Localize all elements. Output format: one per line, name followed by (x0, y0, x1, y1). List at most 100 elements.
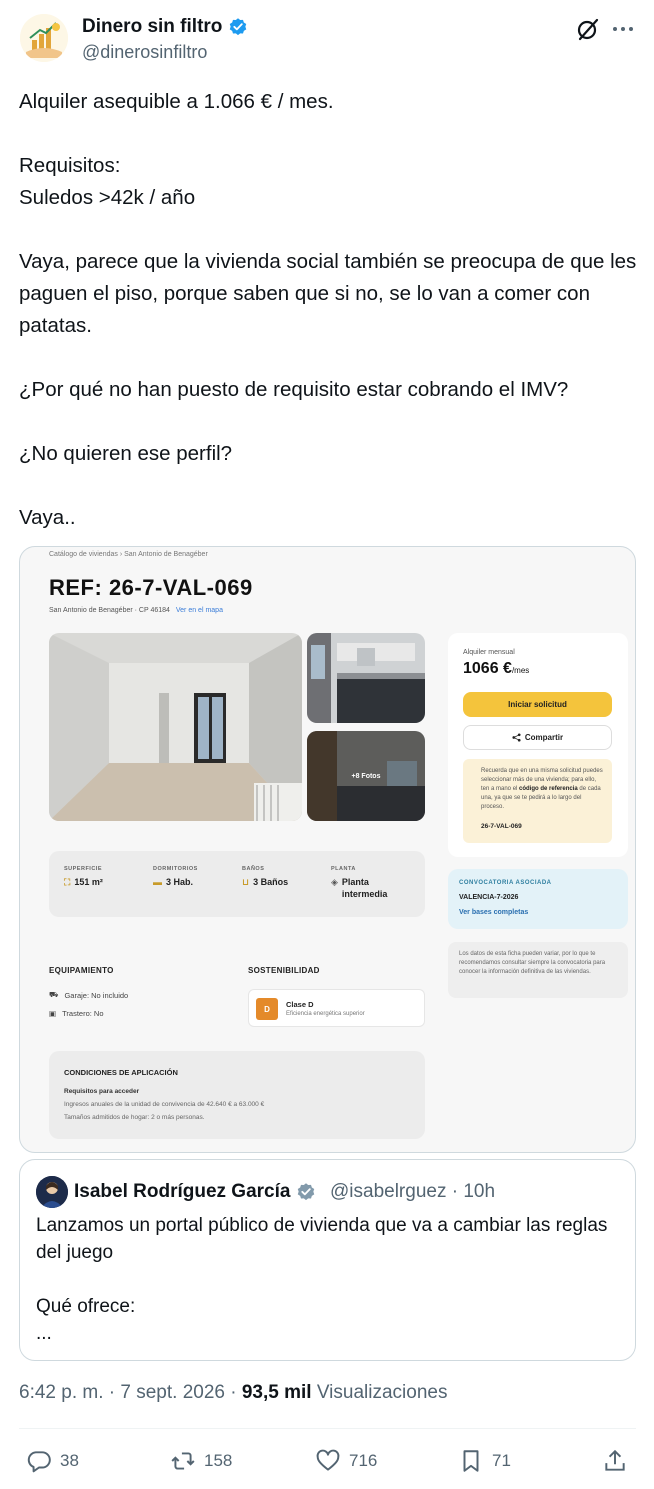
author-name[interactable]: Dinero sin filtro (82, 16, 248, 38)
main-photo (49, 633, 302, 821)
tweet-line: Requisitos: (19, 154, 121, 177)
stat-head: BAÑOS (242, 866, 265, 872)
government-badge-icon (298, 1183, 315, 1201)
quoted-line: ... (36, 1323, 52, 1344)
quoted-author-name-text: Isabel Rodríguez García (74, 1181, 291, 1202)
share-listing-button: Compartir (463, 725, 612, 750)
convocatoria-code: VALENCIA-7-2026 (459, 894, 519, 901)
tweet-timestamp[interactable]: 6:42 p. m. · 7 sept. 2026 · (19, 1382, 242, 1403)
stat-value: ◈ Planta intermedia (331, 876, 411, 900)
layers-icon: ◈ (331, 877, 338, 887)
quoted-line: Lanzamos un portal público de vivienda q… (36, 1215, 608, 1263)
garage-icon: ⛟ (49, 990, 59, 999)
tweet-text: Alquiler asequible a 1.066 € / mes. Requ… (19, 86, 639, 534)
tweet-line: Vaya.. (19, 506, 76, 529)
apply-button: Iniciar solicitud (463, 692, 612, 717)
notice-ref-code: 26-7-VAL-069 (481, 823, 522, 830)
author-avatar[interactable] (20, 14, 68, 62)
tweet-meta: 6:42 p. m. · 7 sept. 2026 · 93,5 mil Vis… (19, 1382, 447, 1404)
conditions-title: CONDICIONES DE APLICACIÓN (64, 1068, 178, 1077)
conditions-subtitle: Requisitos para acceder (64, 1088, 140, 1095)
energy-class: Clase D (286, 1000, 314, 1009)
share-button[interactable] (602, 1448, 628, 1474)
grok-icon[interactable] (575, 16, 601, 42)
rent-unit: /mes (511, 666, 530, 675)
stat-value: ▬ 3 Hab. (153, 876, 198, 888)
stat-value-text: 3 Baños (253, 877, 289, 887)
rent-price: 1066 €/mes (463, 660, 529, 678)
equipment-title: EQUIPAMIENTO (49, 966, 114, 975)
stat-head: DORMITORIOS (153, 866, 198, 872)
quoted-line (36, 1266, 621, 1293)
equipment-item-text: Garaje: No incluido (64, 990, 129, 1000)
repost-button[interactable]: 158 (170, 1448, 232, 1474)
convocatoria-title: CONVOCATORIA ASOCIADA (459, 880, 552, 886)
notice-text-bold: código de referencia (519, 786, 578, 792)
tweet-line (19, 214, 639, 246)
conditions-income: Ingresos anuales de la unidad de convive… (64, 1101, 265, 1108)
storage-icon: ▣ (49, 1009, 57, 1018)
verified-badge-icon (230, 18, 247, 36)
author-handle[interactable]: @dinerosinfiltro (82, 42, 207, 63)
sustainability-title: SOSTENIBILIDAD (248, 966, 320, 975)
listing-breadcrumb: Catálogo de viviendas › San Antonio de B… (49, 551, 208, 558)
quoted-author-name: Isabel Rodríguez García (74, 1181, 316, 1203)
action-bar: 38 158 716 71 (0, 1440, 654, 1484)
conditions-card (49, 1051, 425, 1139)
more-photos-label[interactable]: +8 Fotos (307, 731, 425, 821)
quoted-tweet-text: Lanzamos un portal público de vivienda q… (36, 1212, 621, 1347)
bookmark-button[interactable]: 71 (458, 1448, 511, 1474)
stat-head: SUPERFICIE (64, 866, 103, 872)
stat-dormitorios: DORMITORIOS ▬ 3 Hab. (153, 866, 198, 888)
divider (19, 1428, 636, 1429)
repost-count: 158 (204, 1451, 233, 1470)
area-icon: ⛶ (64, 877, 71, 887)
kitchen-photo (307, 633, 425, 723)
bookmark-icon (463, 1450, 479, 1472)
tweet-line (19, 342, 639, 374)
bed-icon: ▬ (153, 877, 162, 887)
like-count: 716 (349, 1451, 378, 1470)
views-count: 93,5 mil (241, 1382, 312, 1403)
quoted-author-avatar (36, 1176, 68, 1208)
reply-icon (27, 1451, 51, 1473)
stat-superficie: SUPERFICIE ⛶ 151 m² (64, 866, 103, 888)
share-upload-icon (605, 1449, 625, 1471)
tweet-header: Dinero sin filtro @dinerosinfiltro (0, 0, 654, 80)
quoted-tweet[interactable]: Isabel Rodríguez García @isabelrguez · 1… (19, 1159, 636, 1361)
author-name-text[interactable]: Dinero sin filtro (82, 16, 222, 38)
rent-label: Alquiler mensual (463, 649, 515, 656)
stat-value: ⊔ 3 Baños (242, 876, 288, 888)
tweet-line (19, 470, 639, 502)
tweet-line: Suledos >42k / año (19, 186, 196, 209)
bath-icon: ⊔ (242, 877, 250, 887)
conditions-household: Tamaños admitidos de hogar: 2 o más pers… (64, 1114, 205, 1121)
energy-badge: D (256, 998, 278, 1020)
energy-desc: Eficiencia energética superior (286, 1011, 365, 1017)
tweet-line: ¿Por qué no han puesto de requisito esta… (19, 378, 569, 401)
equipment-item: ▣ Trastero: No (49, 1009, 104, 1018)
views-label: Visualizaciones (311, 1382, 448, 1403)
stat-value-text: 151 m² (74, 877, 103, 887)
stat-banos: BAÑOS ⊔ 3 Baños (242, 866, 288, 888)
reply-button[interactable]: 38 (26, 1448, 79, 1474)
equipment-item: ⛟ Garaje: No incluido (49, 990, 128, 1000)
heart-icon (316, 1449, 340, 1471)
listing-location-text: San Antonio de Benagéber · CP 46184 (49, 607, 170, 614)
repost-icon (171, 1452, 195, 1470)
more-options-icon[interactable] (610, 16, 636, 42)
share-icon (512, 733, 521, 742)
convocatoria-link: Ver bases completas (459, 909, 529, 916)
stat-value-text: 3 Hab. (166, 877, 194, 887)
tweet-line: ¿No quieren ese perfil? (19, 442, 233, 465)
map-link: Ver en el mapa (175, 607, 223, 614)
quoted-author-handle: @isabelrguez · 10h (330, 1181, 496, 1202)
tweet-line (19, 118, 639, 150)
tweet-media-image[interactable]: Catálogo de viviendas › San Antonio de B… (19, 546, 636, 1153)
tweet-line (19, 406, 639, 438)
rent-value: 1066 € (463, 660, 512, 677)
like-button[interactable]: 716 (315, 1448, 377, 1474)
listing-location: San Antonio de Benagéber · CP 46184 Ver … (49, 607, 223, 614)
stat-planta: PLANTA ◈ Planta intermedia (331, 866, 411, 900)
bookmark-count: 71 (492, 1451, 511, 1470)
